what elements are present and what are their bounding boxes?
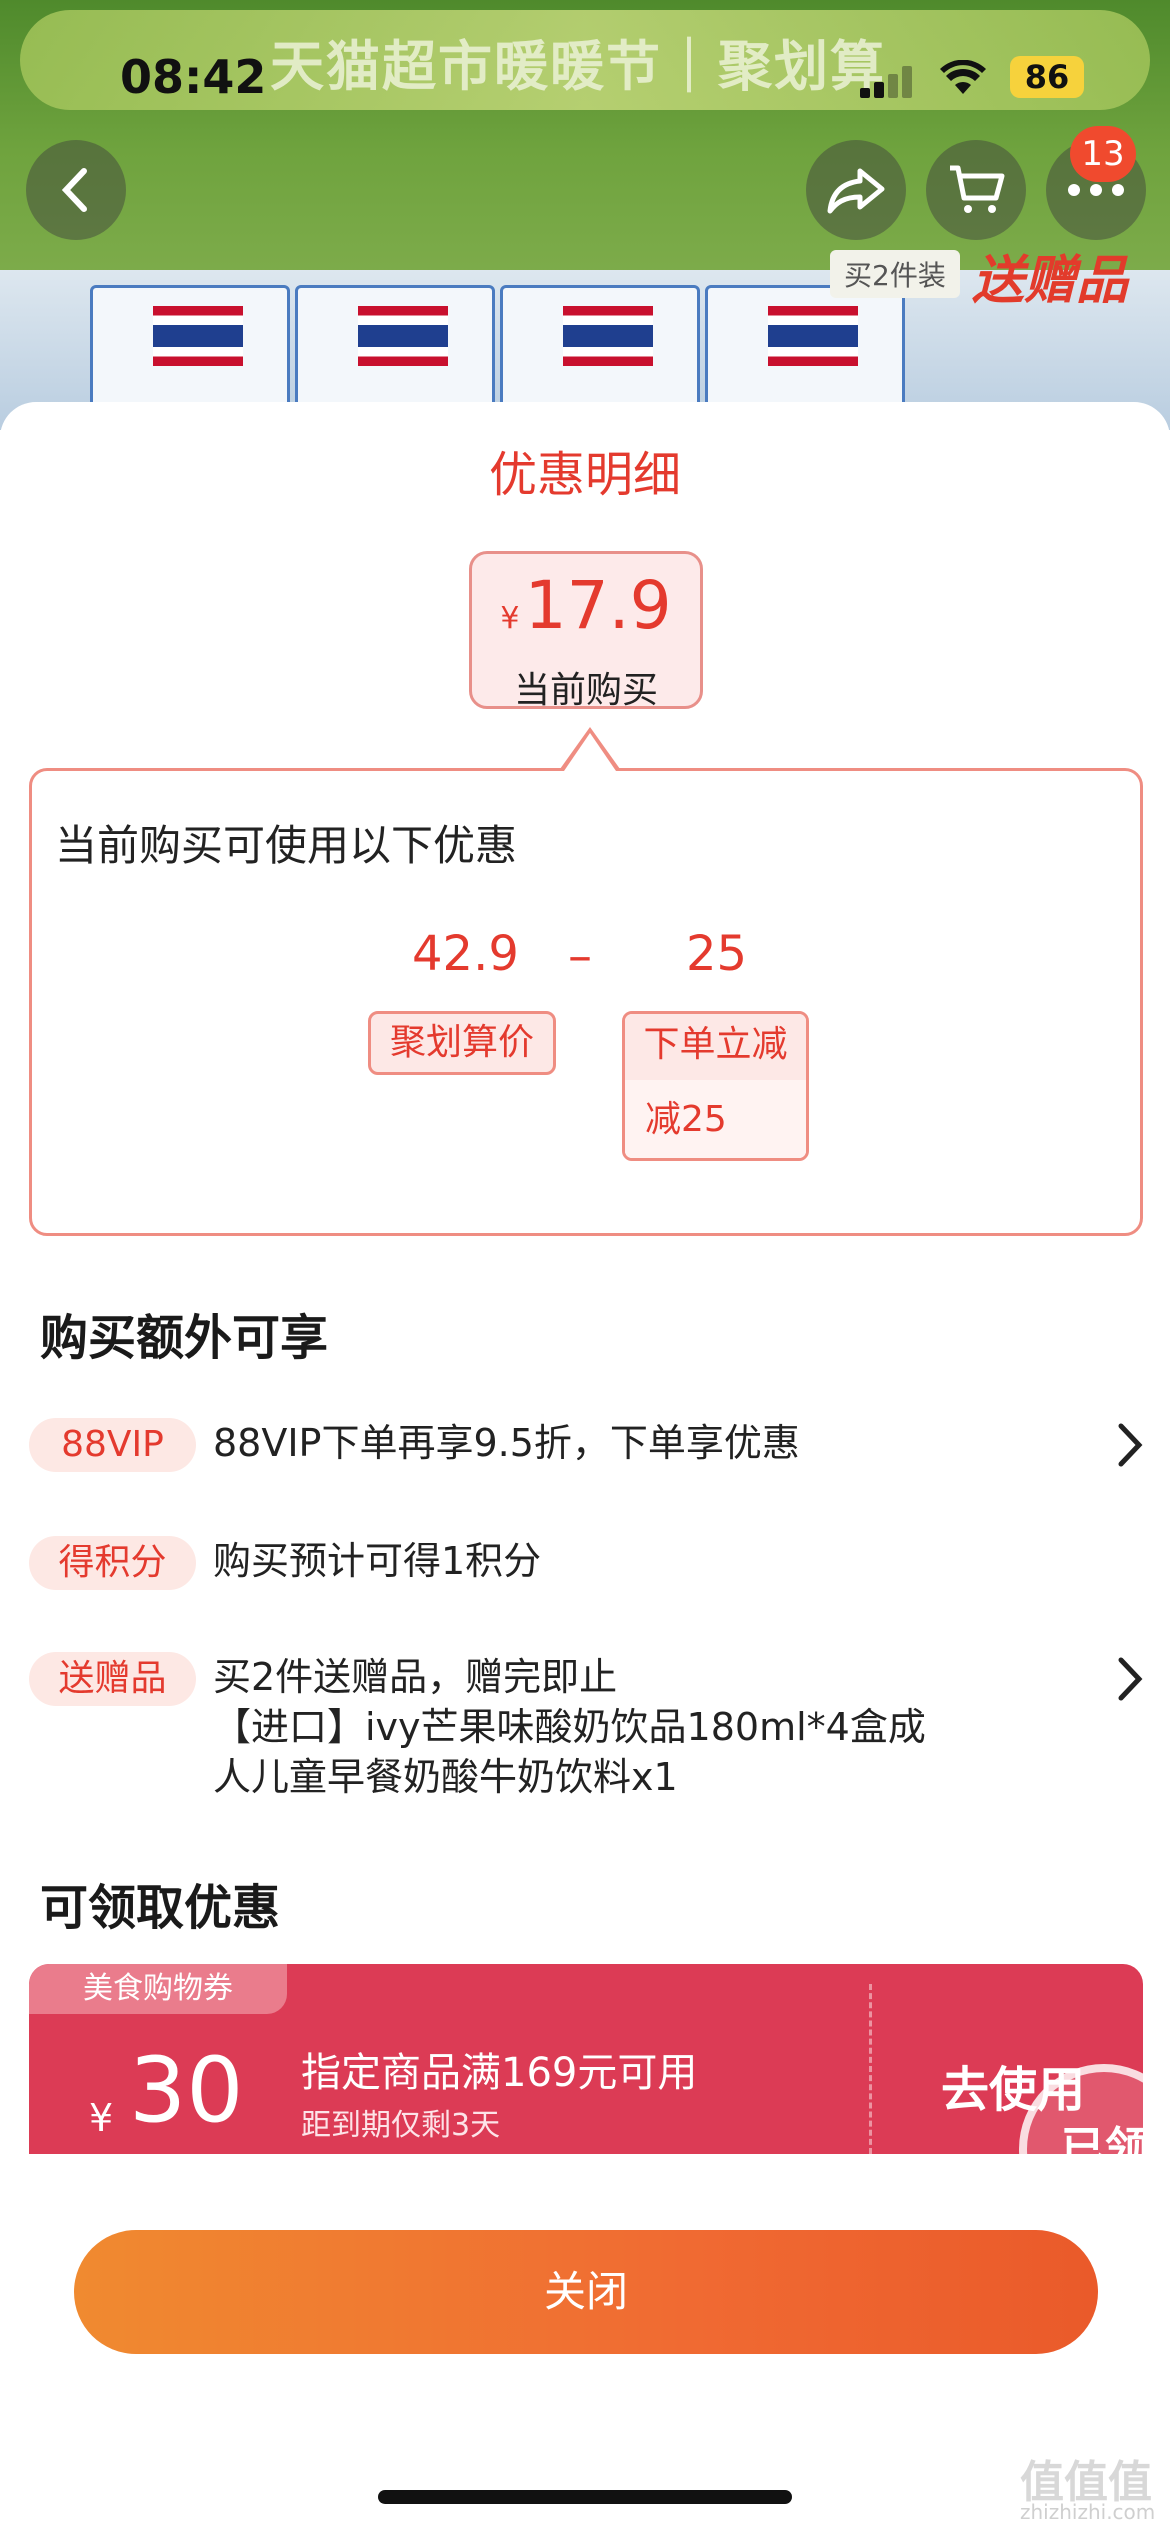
- benefit-text-line: 【进口】ivy芒果味酸奶饮品180ml*4盒成: [213, 1705, 926, 1749]
- watermark-domain: zhizhizhi.com: [1020, 2500, 1156, 2524]
- coupon-divider: [869, 1984, 872, 2154]
- order-discount-label: 下单立减: [625, 1014, 806, 1080]
- product-pack-tag: 买2件装: [830, 250, 960, 298]
- back-button[interactable]: [26, 140, 126, 240]
- discount-amount: 25: [686, 926, 748, 982]
- base-price: 42.9: [412, 926, 519, 982]
- benefit-text: 购买预计可得1积分: [213, 1539, 542, 1583]
- coupon-expiry: 距到期仅剩3天: [301, 2108, 501, 2143]
- coupon-amount: 30: [129, 2038, 244, 2143]
- current-price-card: ¥ 17.9 当前购买: [469, 551, 703, 711]
- chevron-right-icon[interactable]: [1109, 1652, 1149, 1706]
- benefit-row-gift[interactable]: 送赠品 买2件送赠品，赠完即止 【进口】ivy芒果味酸奶饮品180ml*4盒成 …: [29, 1652, 1149, 1802]
- thai-flag-icon: [153, 306, 243, 366]
- currency-symbol: ¥: [500, 601, 520, 636]
- cart-count-badge: 13: [1070, 126, 1136, 182]
- cart-icon: [950, 165, 1005, 213]
- base-price-label: 聚划算价: [368, 1011, 556, 1075]
- thai-flag-icon: [563, 306, 653, 366]
- sheet-title: 优惠明细: [488, 447, 681, 503]
- order-discount-desc: 减25: [625, 1080, 806, 1158]
- benefit-text: 88VIP下单再享9.5折，下单享优惠: [213, 1421, 800, 1465]
- thai-flag-icon: [358, 306, 448, 366]
- current-price: 17.9: [524, 567, 672, 644]
- minus-operator: –: [568, 928, 592, 984]
- more-dots-icon: [1068, 184, 1124, 196]
- gift-promo-tag: 送赠品: [972, 251, 1129, 311]
- cellular-signal-icon: [860, 66, 920, 98]
- benefit-text-line: 人儿童早餐奶酸牛奶饮料x1: [213, 1755, 678, 1799]
- coupon-condition: 指定商品满169元可用: [301, 2050, 698, 2096]
- battery-indicator: 86: [1010, 56, 1084, 98]
- thai-flag-icon: [768, 306, 858, 366]
- claimed-stamp-text: 已领: [1061, 2123, 1143, 2154]
- benefit-tag: 88VIP: [29, 1418, 196, 1472]
- status-time: 08:42: [120, 50, 267, 104]
- close-button[interactable]: 关闭: [74, 2230, 1098, 2354]
- chevron-right-icon[interactable]: [1109, 1418, 1149, 1472]
- share-button[interactable]: [806, 140, 906, 240]
- promo-banner-text: 天猫超市暖暖节｜聚划算: [270, 35, 886, 98]
- extras-section-title: 购买额外可享: [40, 1310, 329, 1366]
- cart-button[interactable]: [926, 140, 1026, 240]
- coupon-card[interactable]: 美食购物券 ¥ 30 指定商品满169元可用 距到期仅剩3天 去使用 已领: [29, 1964, 1143, 2154]
- chevron-left-icon: [61, 168, 87, 212]
- order-discount-chip: 下单立减 减25: [622, 1011, 809, 1161]
- coupon-currency: ¥: [89, 2096, 114, 2140]
- coupons-section-title: 可领取优惠: [40, 1880, 281, 1936]
- benefit-tag: 送赠品: [29, 1652, 196, 1706]
- benefit-row-points: 得积分 购买预计可得1积分: [29, 1536, 1149, 1596]
- wifi-icon: [940, 59, 986, 106]
- breakdown-heading: 当前购买可使用以下优惠: [55, 821, 518, 870]
- share-icon: [827, 168, 885, 214]
- current-price-label: 当前购买: [513, 670, 658, 711]
- coupon-category-tag: 美食购物券: [29, 1964, 287, 2014]
- benefit-tag: 得积分: [29, 1536, 196, 1590]
- benefit-row-88vip[interactable]: 88VIP 88VIP下单再享9.5折，下单享优惠: [29, 1418, 1149, 1478]
- benefit-text-line: 买2件送赠品，赠完即止: [213, 1655, 618, 1699]
- home-indicator[interactable]: [378, 2490, 792, 2504]
